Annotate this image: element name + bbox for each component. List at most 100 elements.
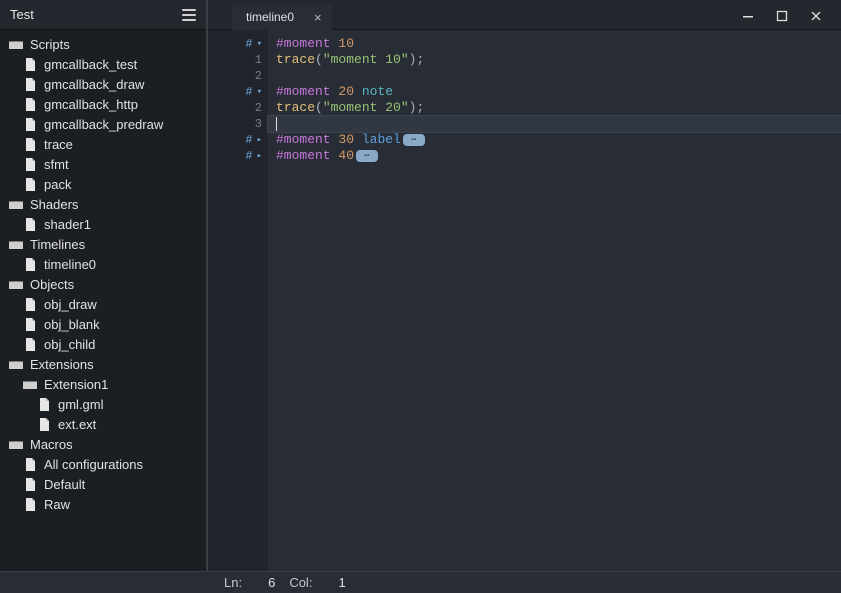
- folder-icon: [8, 437, 24, 451]
- tree-item-label: obj_blank: [44, 317, 100, 332]
- project-title: Test: [10, 7, 34, 22]
- tree-item-label: Extensions: [30, 357, 94, 372]
- tree-item-label: Default: [44, 477, 85, 492]
- chevron-right-icon[interactable]: ▸: [257, 132, 262, 148]
- file-icon: [22, 457, 38, 471]
- tree-file-raw[interactable]: Raw: [0, 494, 206, 514]
- tree-file-obj_blank[interactable]: obj_blank: [0, 314, 206, 334]
- tree-file-gmcallback_http[interactable]: gmcallback_http: [0, 94, 206, 114]
- folder-icon: [22, 377, 38, 391]
- tree-file-all-configurations[interactable]: All configurations: [0, 454, 206, 474]
- tree-file-sfmt[interactable]: sfmt: [0, 154, 206, 174]
- file-icon: [22, 97, 38, 111]
- hamburger-icon[interactable]: [182, 9, 196, 21]
- tree-file-gmcallback_predraw[interactable]: gmcallback_predraw: [0, 114, 206, 134]
- status-col-label: Col:: [289, 575, 312, 590]
- tree-item-label: ext.ext: [58, 417, 96, 432]
- gutter-line-number: 1: [208, 52, 268, 68]
- chevron-down-icon[interactable]: ▾: [257, 84, 262, 100]
- chevron-right-icon[interactable]: ▸: [257, 148, 262, 164]
- status-col-value: 1: [338, 575, 345, 590]
- gutter-line-number: 2: [208, 68, 268, 84]
- gutter-section-marker[interactable]: #▸: [208, 132, 268, 148]
- code-line[interactable]: #moment 40⋯: [268, 148, 841, 164]
- tree-folder-timelines[interactable]: Timelines: [0, 234, 206, 254]
- tree-item-label: Timelines: [30, 237, 85, 252]
- tree-file-obj_draw[interactable]: obj_draw: [0, 294, 206, 314]
- tree-file-trace[interactable]: trace: [0, 134, 206, 154]
- code-line[interactable]: [268, 68, 841, 84]
- tree-file-obj_child[interactable]: obj_child: [0, 334, 206, 354]
- tree-item-label: Macros: [30, 437, 73, 452]
- code-line[interactable]: trace("moment 10");: [268, 52, 841, 68]
- tree-file-gmcallback_draw[interactable]: gmcallback_draw: [0, 74, 206, 94]
- gutter-section-marker[interactable]: #▾: [208, 84, 268, 100]
- file-icon: [22, 117, 38, 131]
- status-ln-value: 6: [268, 575, 275, 590]
- file-icon: [22, 497, 38, 511]
- file-icon: [22, 477, 38, 491]
- status-bar: Ln: 6 Col: 1: [0, 571, 841, 593]
- tree-item-label: Objects: [30, 277, 74, 292]
- code-line[interactable]: #moment 20 note: [268, 84, 841, 100]
- tree-item-label: Scripts: [30, 37, 70, 52]
- tree-folder-macros[interactable]: Macros: [0, 434, 206, 454]
- chevron-down-icon[interactable]: ▾: [257, 36, 262, 52]
- tree-file-shader1[interactable]: shader1: [0, 214, 206, 234]
- file-icon: [22, 317, 38, 331]
- gutter-section-marker[interactable]: #▸: [208, 148, 268, 164]
- window-controls: [741, 9, 841, 29]
- tab-label: timeline0: [246, 10, 294, 24]
- folder-icon: [8, 237, 24, 251]
- tree-item-label: trace: [44, 137, 73, 152]
- code-line[interactable]: trace("moment 20");: [268, 100, 841, 116]
- titlebar: timeline0 ×: [208, 0, 841, 30]
- code-content[interactable]: #moment 10trace("moment 10"); #moment 20 …: [268, 30, 841, 571]
- tree-file-default[interactable]: Default: [0, 474, 206, 494]
- tree-folder-extensions[interactable]: Extensions: [0, 354, 206, 374]
- tree-item-label: gmcallback_predraw: [44, 117, 163, 132]
- code-line[interactable]: #moment 10: [268, 36, 841, 52]
- folder-icon: [8, 277, 24, 291]
- tree-folder-extension1[interactable]: Extension1: [0, 374, 206, 394]
- folder-icon: [8, 197, 24, 211]
- tree-item-label: Extension1: [44, 377, 108, 392]
- maximize-icon[interactable]: [775, 9, 789, 23]
- tree-folder-scripts[interactable]: Scripts: [0, 34, 206, 54]
- gutter-section-marker[interactable]: #▾: [208, 36, 268, 52]
- tree-folder-shaders[interactable]: Shaders: [0, 194, 206, 214]
- code-line[interactable]: #moment 30 label⋯: [268, 132, 841, 148]
- tree-item-label: pack: [44, 177, 71, 192]
- tab-bar: timeline0 ×: [208, 0, 332, 29]
- editor-area: timeline0 × #▾12#▾23#▸#▸ #moment 10trace…: [208, 0, 841, 571]
- minimize-icon[interactable]: [741, 9, 755, 23]
- status-ln-label: Ln:: [224, 575, 242, 590]
- file-icon: [22, 137, 38, 151]
- close-icon[interactable]: ×: [314, 10, 322, 25]
- folder-icon: [8, 37, 24, 51]
- tree-file-timeline0[interactable]: timeline0: [0, 254, 206, 274]
- gutter[interactable]: #▾12#▾23#▸#▸: [208, 30, 268, 571]
- code-line[interactable]: [268, 116, 841, 132]
- file-icon: [36, 397, 52, 411]
- tree-item-label: gmcallback_draw: [44, 77, 144, 92]
- tab-timeline0[interactable]: timeline0 ×: [232, 4, 332, 30]
- code-editor[interactable]: #▾12#▾23#▸#▸ #moment 10trace("moment 10"…: [208, 30, 841, 571]
- fold-badge-icon[interactable]: ⋯: [403, 134, 425, 146]
- sidebar-header: Test: [0, 0, 206, 30]
- tree-item-label: Raw: [44, 497, 70, 512]
- folder-icon: [8, 357, 24, 371]
- tree-item-label: sfmt: [44, 157, 69, 172]
- fold-badge-icon[interactable]: ⋯: [356, 150, 378, 162]
- tree-item-label: All configurations: [44, 457, 143, 472]
- tree-file-ext-ext[interactable]: ext.ext: [0, 414, 206, 434]
- tree-item-label: gmcallback_test: [44, 57, 137, 72]
- resource-tree[interactable]: Scripts gmcallback_test gmcallback_drawgmc…: [0, 30, 206, 571]
- tree-file-pack[interactable]: pack: [0, 174, 206, 194]
- tree-folder-objects[interactable]: Objects: [0, 274, 206, 294]
- close-window-icon[interactable]: [809, 9, 823, 23]
- gutter-line-number: 3: [208, 116, 268, 132]
- tree-file-gmcallback_test[interactable]: gmcallback_test: [0, 54, 206, 74]
- tree-item-label: obj_draw: [44, 297, 97, 312]
- tree-file-gml-gml[interactable]: gml.gml: [0, 394, 206, 414]
